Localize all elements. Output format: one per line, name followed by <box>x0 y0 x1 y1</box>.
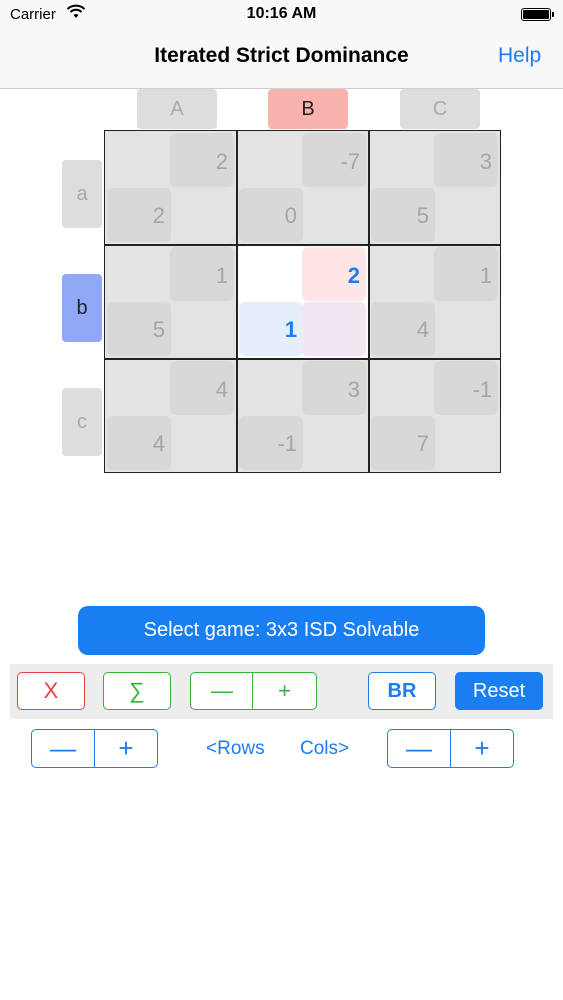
rows-stepper: — + <box>31 729 158 768</box>
column-strategy-a[interactable]: A <box>137 89 217 129</box>
help-button[interactable]: Help <box>498 44 541 68</box>
row-payoff-cC: 7 <box>416 431 429 456</box>
grid-divider <box>368 130 370 473</box>
select-game-button[interactable]: Select game: 3x3 ISD Solvable <box>78 606 485 655</box>
row-payoff-bB: 1 <box>284 317 297 342</box>
row-payoff-bC: 4 <box>416 317 429 342</box>
col-payoff-bB: 2 <box>347 263 360 288</box>
row-payoff-cA: 4 <box>152 431 165 456</box>
rows-plus-button[interactable]: + <box>94 730 157 767</box>
cols-stepper: — + <box>387 729 514 768</box>
overlap-tile <box>302 302 366 356</box>
col-payoff-bC: 1 <box>479 263 492 288</box>
increase-button[interactable]: + <box>252 672 317 710</box>
row-payoff-aA: 2 <box>152 203 165 228</box>
column-strategy-b[interactable]: B <box>268 89 348 129</box>
grid-divider <box>104 244 501 246</box>
row-strategy-b[interactable]: b <box>62 274 102 342</box>
cols-label[interactable]: Cols> <box>300 738 349 760</box>
col-payoff-cA: 4 <box>215 377 228 402</box>
battery-tip <box>552 12 554 17</box>
sum-button[interactable]: ∑ <box>103 672 171 710</box>
battery-icon <box>521 8 551 21</box>
column-strategy-c[interactable]: C <box>400 89 480 129</box>
col-payoff-aB: -7 <box>340 149 360 174</box>
col-payoff-aC: 3 <box>479 149 492 174</box>
row-payoff-aB: 0 <box>284 203 297 228</box>
row-payoff-bA: 5 <box>152 317 165 342</box>
remove-button[interactable]: X <box>17 672 85 710</box>
row-strategy-c[interactable]: c <box>62 388 102 456</box>
rows-minus-button[interactable]: — <box>32 730 94 767</box>
grid-divider <box>236 130 238 473</box>
page-title: Iterated Strict Dominance <box>154 44 409 67</box>
col-payoff-bA: 1 <box>215 263 228 288</box>
clock: 10:16 AM <box>246 5 317 22</box>
row-strategy-a[interactable]: a <box>62 160 102 228</box>
decrease-button[interactable]: — <box>190 672 254 710</box>
reset-button[interactable]: Reset <box>455 672 543 710</box>
best-response-button[interactable]: BR <box>368 672 436 710</box>
col-payoff-aA: 2 <box>215 149 228 174</box>
rows-label[interactable]: <Rows <box>206 738 265 760</box>
col-payoff-cC: -1 <box>472 377 492 402</box>
cols-plus-button[interactable]: + <box>450 730 513 767</box>
col-payoff-cB: 3 <box>347 377 360 402</box>
row-payoff-aC: 5 <box>416 203 429 228</box>
cols-minus-button[interactable]: — <box>388 730 450 767</box>
grid-divider <box>104 358 501 360</box>
row-payoff-cB: -1 <box>277 431 297 456</box>
